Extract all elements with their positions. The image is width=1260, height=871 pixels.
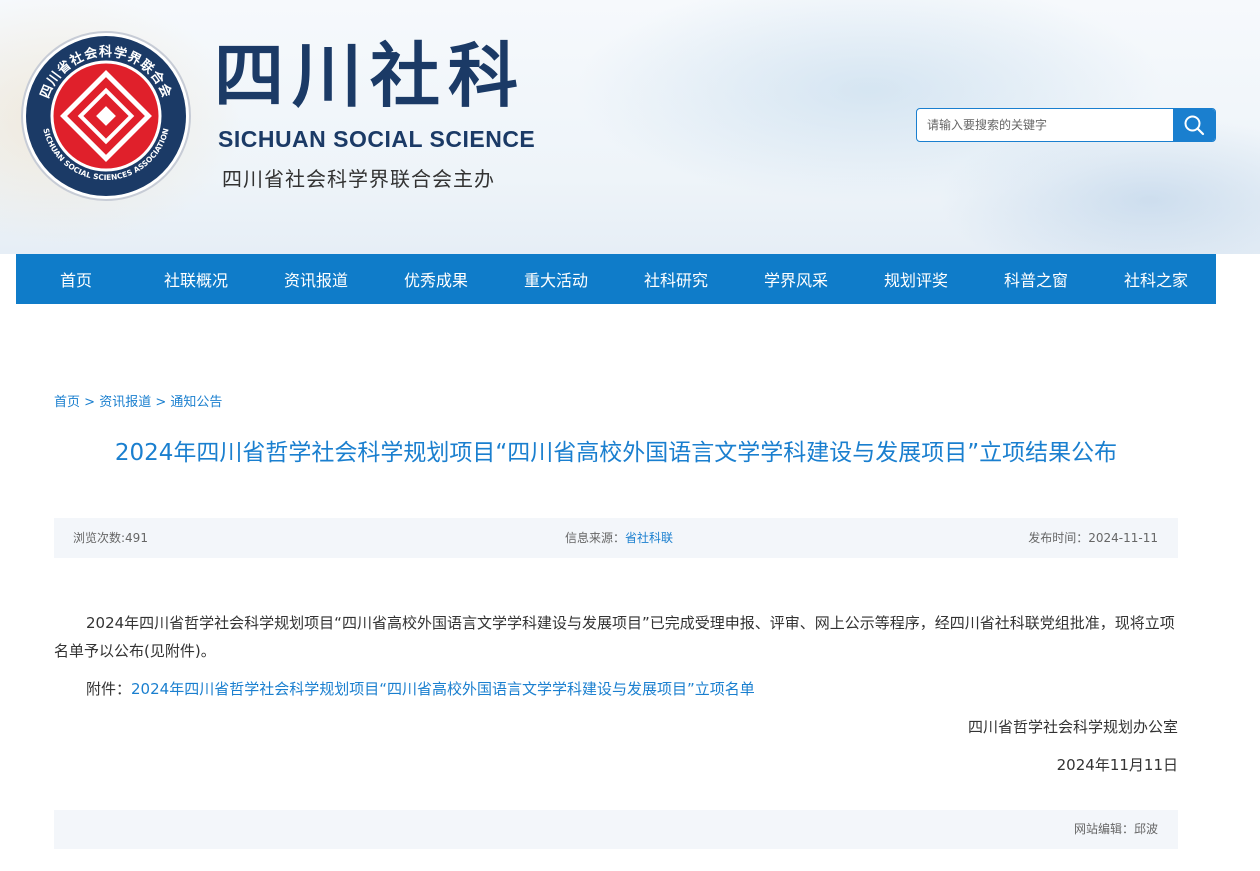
nav-item-home[interactable]: 首页 [16,254,136,304]
signature-date: 2024年11月11日 [1056,756,1178,774]
nav-item-about[interactable]: 社联概况 [136,254,256,304]
attachment-link[interactable]: 2024年四川省哲学社会科学规划项目“四川省高校外国语言文学学科建设与发展项目”… [131,680,755,698]
breadcrumb-notices[interactable]: 通知公告 [170,395,222,410]
attachment-line: 附件：2024年四川省哲学社会科学规划项目“四川省高校外国语言文学学科建设与发展… [54,675,1178,703]
site-editor: 网站编辑：邱波 [1074,810,1158,849]
article-meta-bar: 浏览次数:491 信息来源：省社科联 发布时间：2024-11-11 [54,518,1178,558]
brand-subtitle: 四川省社会科学界联合会主办 [222,167,495,191]
site-header: 四川省社会科学界联合会 SICHUAN SOCIAL SCIENCES ASSO… [0,0,1260,254]
nav-item-research[interactable]: 社科研究 [616,254,736,304]
breadcrumb-news[interactable]: 资讯报道 [99,395,151,410]
info-source-value: 省社科联 [625,531,674,545]
info-source: 信息来源：省社科联 [565,518,673,558]
info-source-label: 信息来源： [565,531,626,545]
breadcrumb: 首页 > 资讯报道 > 通知公告 [54,391,222,410]
site-editor-value: 邱波 [1133,822,1158,836]
main-nav: 首页 社联概况 资讯报道 优秀成果 重大活动 社科研究 学界风采 规划评奖 科普… [16,254,1216,304]
nav-item-home-of-social-science[interactable]: 社科之家 [1096,254,1216,304]
publish-date: 发布时间：2024-11-11 [1028,518,1158,558]
nav-item-planning-awards[interactable]: 规划评奖 [856,254,976,304]
article-paragraph: 2024年四川省哲学社会科学规划项目“四川省高校外国语言文学学科建设与发展项目”… [54,614,1175,660]
view-count-label: 浏览次数: [73,531,126,545]
brand-english: SICHUAN SOCIAL SCIENCE [218,126,536,152]
site-editor-label: 网站编辑： [1073,822,1134,836]
article-title: 2024年四川省哲学社会科学规划项目“四川省高校外国语言文学学科建设与发展项目”… [114,440,1118,466]
breadcrumb-home[interactable]: 首页 [54,395,80,410]
search-icon [1184,115,1205,136]
search-box [916,108,1216,142]
nav-item-major-events[interactable]: 重大活动 [496,254,616,304]
signature: 四川省哲学社会科学规划办公室 [967,718,1178,736]
publish-date-value: 2024-11-11 [1088,531,1158,545]
attachment-label: 附件： [86,680,132,698]
nav-item-news[interactable]: 资讯报道 [256,254,376,304]
association-logo[interactable]: 四川省社会科学界联合会 SICHUAN SOCIAL SCIENCES ASSO… [20,30,192,202]
brand-chinese: 四川社科 [214,34,526,117]
search-input[interactable] [917,109,1173,141]
view-count: 浏览次数:491 [73,518,148,558]
nav-item-achievements[interactable]: 优秀成果 [376,254,496,304]
publish-date-label: 发布时间： [1028,531,1089,545]
editor-bar: 网站编辑：邱波 [54,810,1178,849]
nav-item-scholars[interactable]: 学界风采 [736,254,856,304]
breadcrumb-separator: > [155,395,167,410]
nav-item-popular-science[interactable]: 科普之窗 [976,254,1096,304]
article-body: 2024年四川省哲学社会科学规划项目“四川省高校外国语言文学学科建设与发展项目”… [54,609,1178,779]
breadcrumb-separator: > [84,395,96,410]
view-count-value: 491 [125,531,148,545]
search-button[interactable] [1173,109,1215,141]
